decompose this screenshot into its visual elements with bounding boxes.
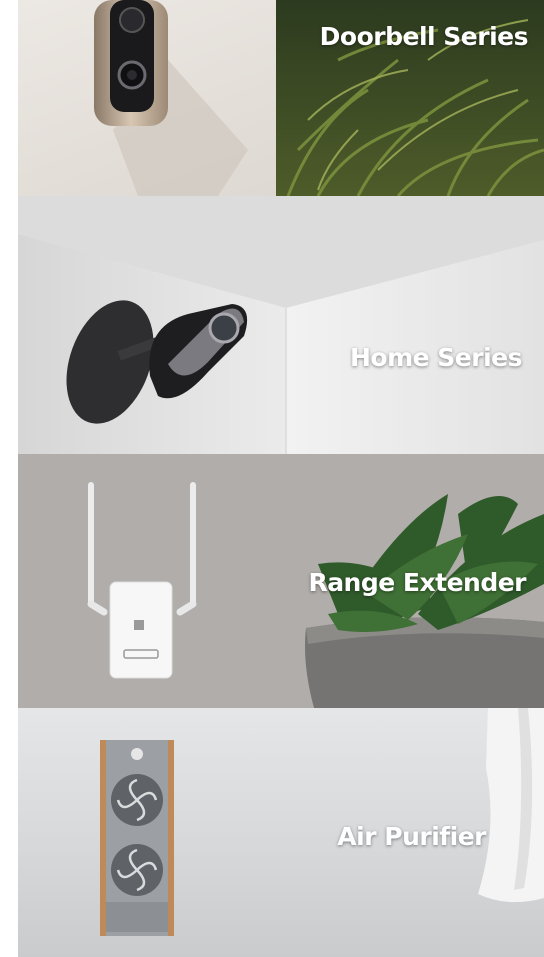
- category-label: Home Series: [349, 343, 523, 372]
- category-label: Range Extender: [308, 568, 526, 597]
- home-series-image: [18, 196, 544, 454]
- category-card-doorbell-series[interactable]: Doorbell Series: [18, 0, 544, 196]
- category-label: Doorbell Series: [319, 22, 529, 51]
- category-label: Air Purifier: [337, 822, 486, 851]
- category-card-range-extender[interactable]: Range Extender: [18, 454, 544, 708]
- category-list: Doorbell Series Home Series Range Extend…: [18, 0, 544, 957]
- category-card-home-series[interactable]: Home Series: [18, 196, 544, 454]
- category-card-air-purifier[interactable]: Air Purifier: [18, 708, 544, 957]
